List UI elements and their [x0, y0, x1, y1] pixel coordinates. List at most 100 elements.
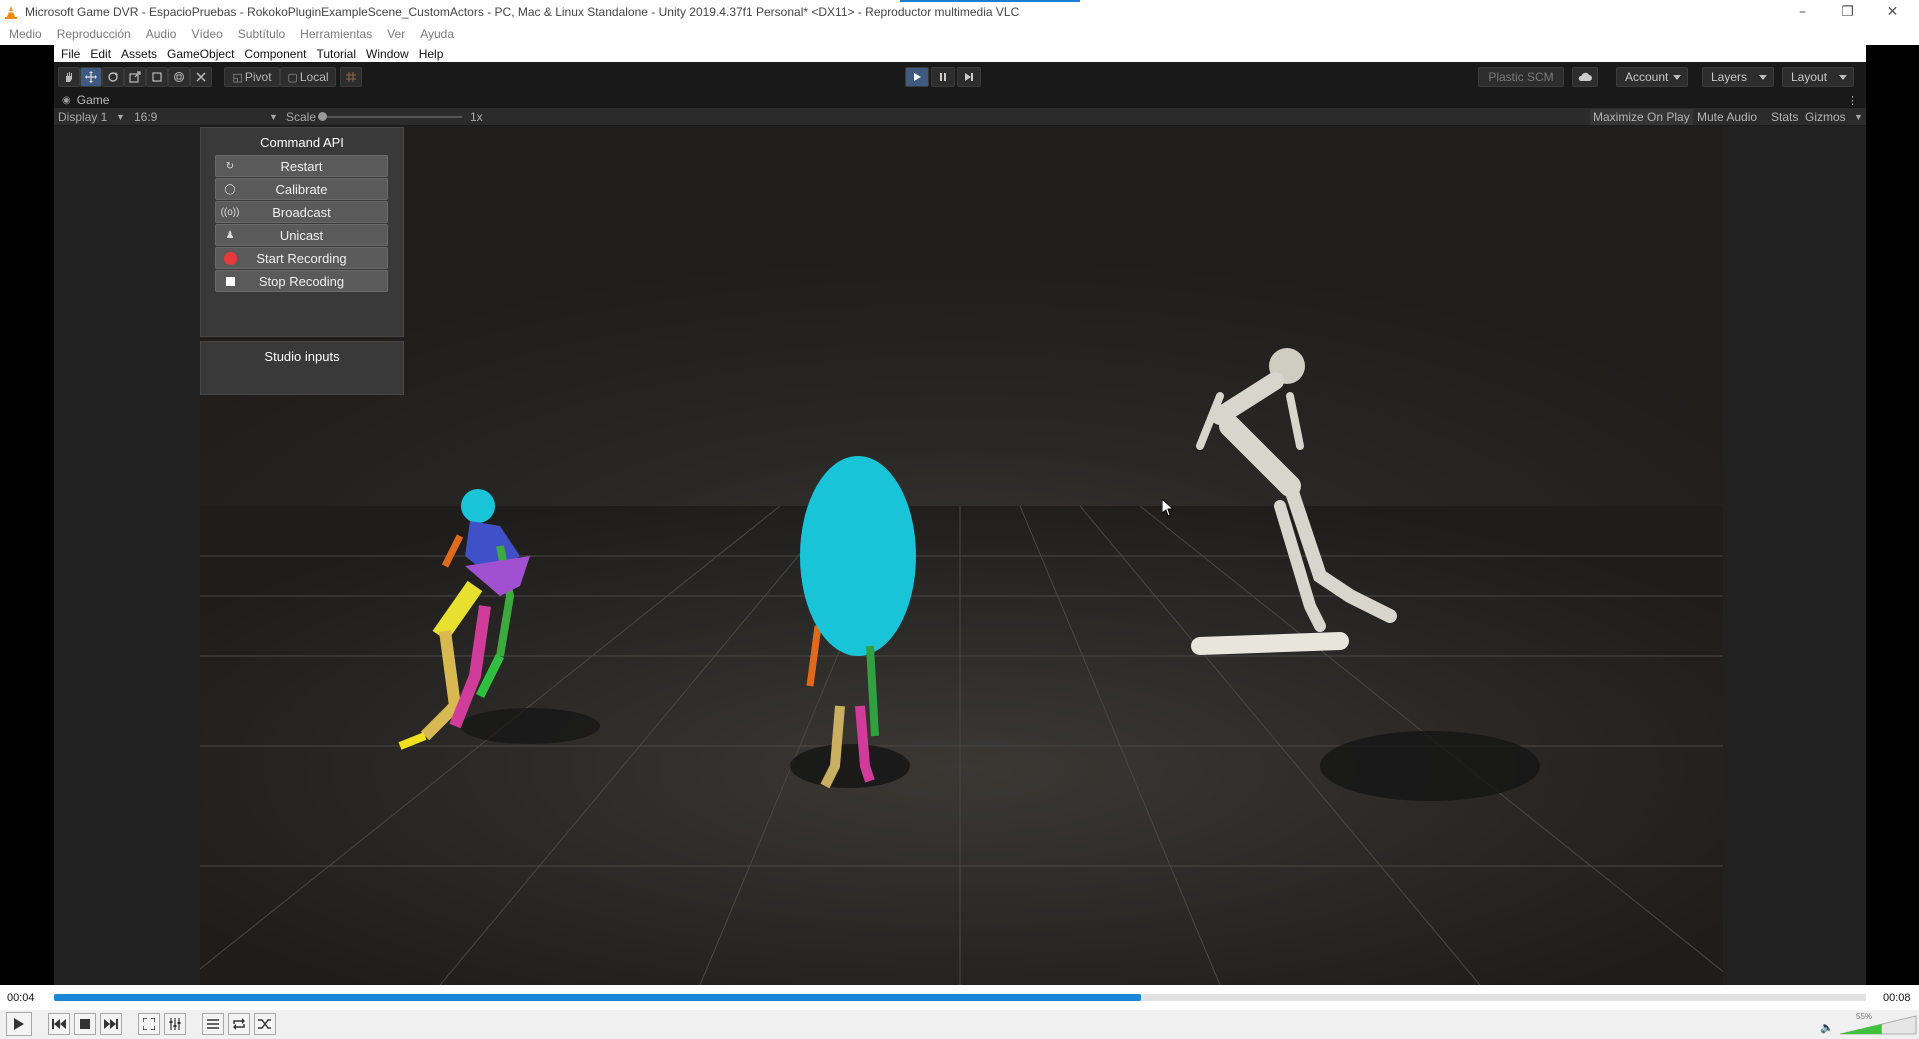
local-label: Local: [299, 70, 329, 84]
scale-value: 1x: [470, 110, 483, 124]
account-dropdown[interactable]: Account: [1616, 67, 1688, 87]
volume-slider[interactable]: [1838, 1014, 1918, 1036]
transform-tool-icon[interactable]: [168, 67, 190, 87]
broadcast-button[interactable]: ((o)) Broadcast: [215, 201, 388, 223]
pause-button[interactable]: [931, 67, 955, 87]
minimize-button[interactable]: –: [1780, 0, 1825, 23]
unity-menu-assets[interactable]: Assets: [121, 47, 157, 61]
scale-tool-icon[interactable]: [124, 67, 146, 87]
calibrate-button[interactable]: ◯ Calibrate: [215, 178, 388, 200]
unity-menu-component[interactable]: Component: [244, 47, 306, 61]
chevron-down-icon: ▼: [269, 112, 278, 122]
command-api-title: Command API: [260, 135, 344, 150]
scale-slider[interactable]: [318, 112, 462, 121]
restore-button[interactable]: ❐: [1825, 0, 1870, 23]
game-tab-label: Game: [76, 93, 110, 107]
menu-audio[interactable]: Audio: [146, 27, 177, 41]
kebab-menu-icon[interactable]: ⋮: [1847, 94, 1858, 107]
studio-inputs-title: Studio inputs: [264, 349, 340, 364]
unicast-button[interactable]: ♟ Unicast: [215, 224, 388, 246]
menu-ayuda[interactable]: Ayuda: [420, 27, 454, 41]
unity-menu-tutorial[interactable]: Tutorial: [316, 47, 356, 61]
menu-reproduccion[interactable]: Reproducción: [57, 27, 131, 41]
scene-illustration: [200, 348, 1723, 985]
menu-herramientas[interactable]: Herramientas: [300, 27, 372, 41]
total-time: 00:08: [1883, 992, 1911, 1004]
unity-menu-file[interactable]: File: [61, 47, 80, 61]
menu-medio[interactable]: Medio: [9, 27, 42, 41]
vlc-controls: 🔈 55%: [0, 1010, 1919, 1039]
layout-dropdown[interactable]: Layout: [1782, 67, 1854, 87]
game-tab[interactable]: ◉ Game ⋮: [54, 92, 1866, 108]
rect-tool-icon[interactable]: [146, 67, 168, 87]
step-button[interactable]: [957, 67, 981, 87]
vlc-menu-bar: Medio Reproducción Audio Vídeo Subtítulo…: [0, 23, 1919, 45]
local-toggle[interactable]: ▢ Local: [280, 67, 336, 87]
playlist-button[interactable]: [202, 1013, 224, 1035]
close-button[interactable]: ✕: [1870, 0, 1915, 23]
cloud-icon[interactable]: [1572, 67, 1598, 87]
hand-tool-icon[interactable]: [58, 67, 80, 87]
maximize-on-play-toggle[interactable]: Maximize On Play: [1590, 109, 1693, 125]
menu-ver[interactable]: Ver: [387, 27, 405, 41]
pivot-icon: ◱: [232, 71, 243, 84]
shuffle-button[interactable]: [254, 1013, 276, 1035]
unicast-icon: ♟: [225, 229, 235, 241]
title-progress-line: [900, 0, 1080, 2]
scale-slider-handle[interactable]: [318, 112, 327, 121]
restart-label: Restart: [280, 158, 323, 174]
game-view-toolbar: Display 1 ▼ 16:9 ▼ Scale 1x Maximize On …: [54, 108, 1866, 126]
menu-subtitulo[interactable]: Subtítulo: [238, 27, 285, 41]
seek-bar-fill: [54, 994, 1142, 1001]
broadcast-icon: ((o)): [220, 206, 240, 218]
stop-button[interactable]: [74, 1013, 96, 1035]
chevron-down-icon: ▼: [116, 112, 125, 122]
move-tool-icon[interactable]: [80, 67, 102, 87]
account-label: Account: [1625, 70, 1669, 84]
aspect-dropdown[interactable]: 16:9: [134, 110, 157, 124]
speaker-icon[interactable]: 🔈: [1820, 1021, 1834, 1034]
layers-label: Layers: [1711, 70, 1748, 84]
vlc-cone-icon: [5, 5, 17, 19]
command-api-panel: Command API ↻ Restart ◯ Calibrate ((o)) …: [200, 127, 404, 337]
fullscreen-button[interactable]: [138, 1013, 160, 1035]
restart-button[interactable]: ↻ Restart: [215, 155, 388, 177]
previous-button[interactable]: [48, 1013, 70, 1035]
unity-menu-edit[interactable]: Edit: [90, 47, 111, 61]
gamepad-icon: ◉: [62, 94, 71, 106]
extended-settings-button[interactable]: [164, 1013, 186, 1035]
3d-scene[interactable]: [200, 126, 1723, 985]
stats-toggle[interactable]: Stats: [1768, 109, 1801, 125]
layers-dropdown[interactable]: Layers: [1702, 67, 1774, 87]
game-viewport[interactable]: Command API ↻ Restart ◯ Calibrate ((o)) …: [54, 126, 1866, 985]
chevron-down-icon: ▼: [1854, 112, 1863, 122]
volume-label: 55%: [1856, 1012, 1873, 1021]
calibrate-icon: ◯: [224, 183, 236, 195]
grid-snap-icon[interactable]: [340, 67, 362, 87]
window-title: Microsoft Game DVR - EspacioPruebas - Ro…: [25, 4, 1020, 19]
studio-inputs-panel: Studio inputs: [200, 341, 404, 395]
mute-audio-toggle[interactable]: Mute Audio: [1694, 109, 1760, 125]
vlc-title-bar: Microsoft Game DVR - EspacioPruebas - Ro…: [0, 0, 1919, 23]
calibrate-label: Calibrate: [275, 181, 328, 197]
stop-recording-button[interactable]: Stop Recoding: [215, 270, 388, 292]
plastic-scm-button[interactable]: Plastic SCM: [1478, 67, 1564, 87]
unicast-label: Unicast: [279, 227, 324, 243]
start-recording-button[interactable]: Start Recording: [215, 247, 388, 269]
seek-bar[interactable]: [54, 994, 1866, 1001]
custom-tool-icon[interactable]: [190, 67, 212, 87]
play-button[interactable]: [905, 67, 929, 87]
unity-menu-window[interactable]: Window: [366, 47, 409, 61]
unity-menu-gameobject[interactable]: GameObject: [167, 47, 234, 61]
display-dropdown[interactable]: Display 1: [58, 110, 107, 124]
vlc-play-button[interactable]: [6, 1012, 32, 1036]
pivot-toggle[interactable]: ◱ Pivot: [224, 67, 280, 87]
next-button[interactable]: [100, 1013, 122, 1035]
menu-video[interactable]: Vídeo: [191, 27, 222, 41]
rotate-tool-icon[interactable]: [102, 67, 124, 87]
vlc-seek-area: 00:04 00:08: [0, 985, 1919, 1010]
layout-label: Layout: [1791, 70, 1828, 84]
loop-button[interactable]: [228, 1013, 250, 1035]
unity-menu-help[interactable]: Help: [419, 47, 444, 61]
gizmos-toggle[interactable]: Gizmos: [1802, 109, 1849, 125]
